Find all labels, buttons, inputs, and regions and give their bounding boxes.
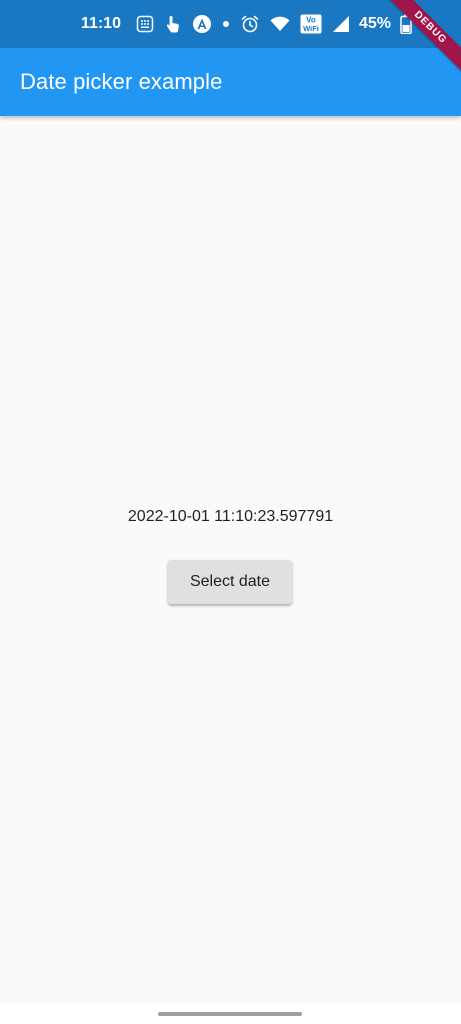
vowifi-icon: Vo WiFi (300, 14, 322, 34)
home-gesture-handle[interactable] (158, 1012, 302, 1016)
dot-icon (222, 14, 230, 34)
signal-icon (332, 14, 350, 34)
vowifi-label-bottom: WiFi (303, 24, 319, 33)
app-bar-title: Date picker example (20, 69, 223, 94)
status-time: 11:10 (80, 15, 121, 32)
touch-icon (164, 14, 182, 34)
keypad-icon (136, 14, 154, 34)
wifi-icon (270, 14, 290, 34)
navigation-bar (0, 1004, 461, 1024)
battery-percent: 45% (358, 15, 391, 32)
screen: 11:10 Vo WiFi 45% DEBUG Date picker exam… (0, 0, 461, 1024)
selected-date-text: 2022-10-01 11:10:23.597791 (127, 508, 334, 525)
select-date-button[interactable]: Select date (168, 560, 292, 604)
alarm-icon (240, 14, 260, 34)
android-icon (192, 14, 212, 34)
status-bar: 11:10 Vo WiFi 45% (0, 0, 461, 48)
app-bar: Date picker example (0, 48, 461, 116)
